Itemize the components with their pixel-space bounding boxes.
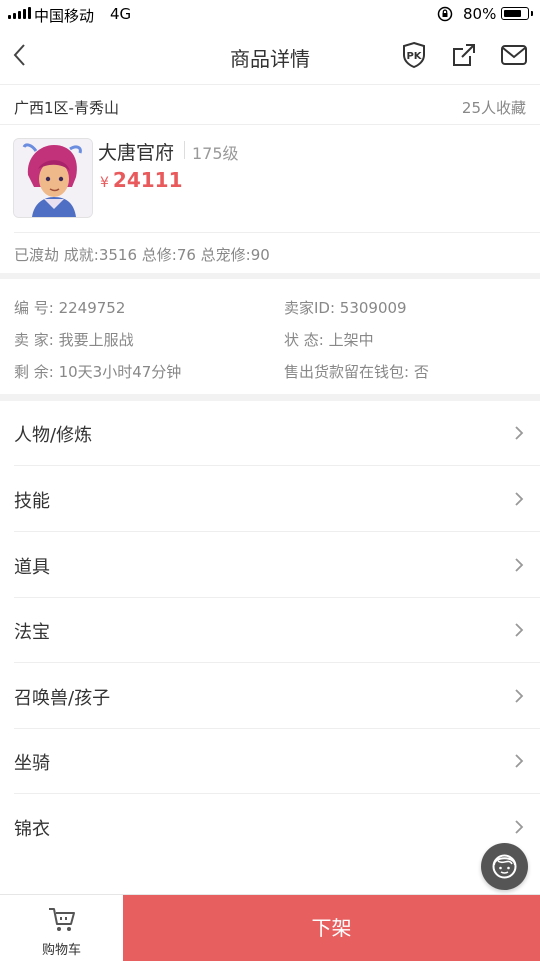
share-icon[interactable] [450, 41, 478, 73]
item-id: 编 号: 2249752 [14, 299, 126, 317]
character-stats: 已渡劫 成就:3516 总修:76 总宠修:90 [14, 246, 270, 264]
cart-icon [49, 908, 75, 931]
list-item-pets[interactable]: 召唤兽/孩子 [0, 664, 540, 729]
list-item-character[interactable]: 人物/修炼 [0, 401, 540, 466]
carrier-label: 中国移动 [34, 7, 95, 25]
chevron-right-icon [514, 753, 524, 773]
seller-name: 卖 家: 我要上服战 [14, 331, 134, 349]
navigation-bar: 商品详情 PK [0, 28, 540, 85]
seller-id: 卖家ID: 5309009 [284, 299, 407, 317]
list-item-label: 人物/修炼 [14, 425, 93, 446]
list-item-label: 锦衣 [14, 819, 50, 840]
list-item-label: 召唤兽/孩子 [14, 688, 111, 709]
list-item-mounts[interactable]: 坐骑 [0, 729, 540, 794]
list-item-items[interactable]: 道具 [0, 533, 540, 598]
battery-percent: 80% [463, 5, 497, 23]
list-item-label: 道具 [14, 557, 50, 578]
network-label: 4G [110, 5, 132, 23]
cart-button[interactable]: 购物车 [0, 895, 123, 961]
customer-service-button[interactable] [481, 843, 528, 890]
battery-icon [501, 7, 533, 20]
price-value: 24111 [112, 168, 183, 192]
list-item-outfits[interactable]: 锦衣 [0, 795, 540, 860]
bottom-action-bar: 购物车 下架 [0, 894, 540, 961]
message-icon[interactable] [500, 43, 528, 71]
divider [14, 232, 540, 233]
wallet-setting: 售出货款留在钱包: 否 [284, 363, 429, 381]
pk-compare-icon[interactable]: PK [400, 41, 428, 73]
chevron-right-icon [514, 688, 524, 708]
listing-status: 状 态: 上架中 [284, 331, 374, 349]
orientation-lock-icon [437, 6, 453, 26]
chevron-right-icon [514, 491, 524, 511]
svg-text:PK: PK [406, 51, 422, 62]
status-bar: 中国移动 4G 80% [0, 0, 540, 28]
chevron-right-icon [514, 622, 524, 642]
list-item-label: 坐骑 [14, 753, 50, 774]
divider [184, 141, 185, 159]
time-remaining: 剩 余: 10天3小时47分钟 [14, 363, 182, 381]
delist-button[interactable]: 下架 [123, 895, 540, 961]
list-item-label: 法宝 [14, 622, 50, 643]
list-item-treasures[interactable]: 法宝 [0, 598, 540, 663]
server-row: 广西1区-青秀山 25人收藏 [0, 86, 540, 125]
character-class: 大唐官府 [98, 142, 175, 164]
customer-service-icon [492, 854, 517, 879]
cart-label: 购物车 [41, 943, 81, 958]
price: ¥24111 [100, 168, 183, 192]
section-gap [0, 394, 540, 401]
server-name: 广西1区-青秀山 [14, 99, 119, 117]
chevron-right-icon [514, 425, 524, 445]
chevron-right-icon [514, 819, 524, 839]
favorites-count: 25人收藏 [461, 99, 526, 117]
character-avatar[interactable] [13, 138, 93, 218]
signal-icon [8, 7, 31, 19]
chevron-right-icon [514, 557, 524, 577]
character-level: 175级 [192, 144, 239, 163]
list-item-skills[interactable]: 技能 [0, 467, 540, 532]
list-item-label: 技能 [14, 491, 50, 512]
section-gap [0, 273, 540, 279]
currency-symbol: ¥ [100, 175, 109, 191]
